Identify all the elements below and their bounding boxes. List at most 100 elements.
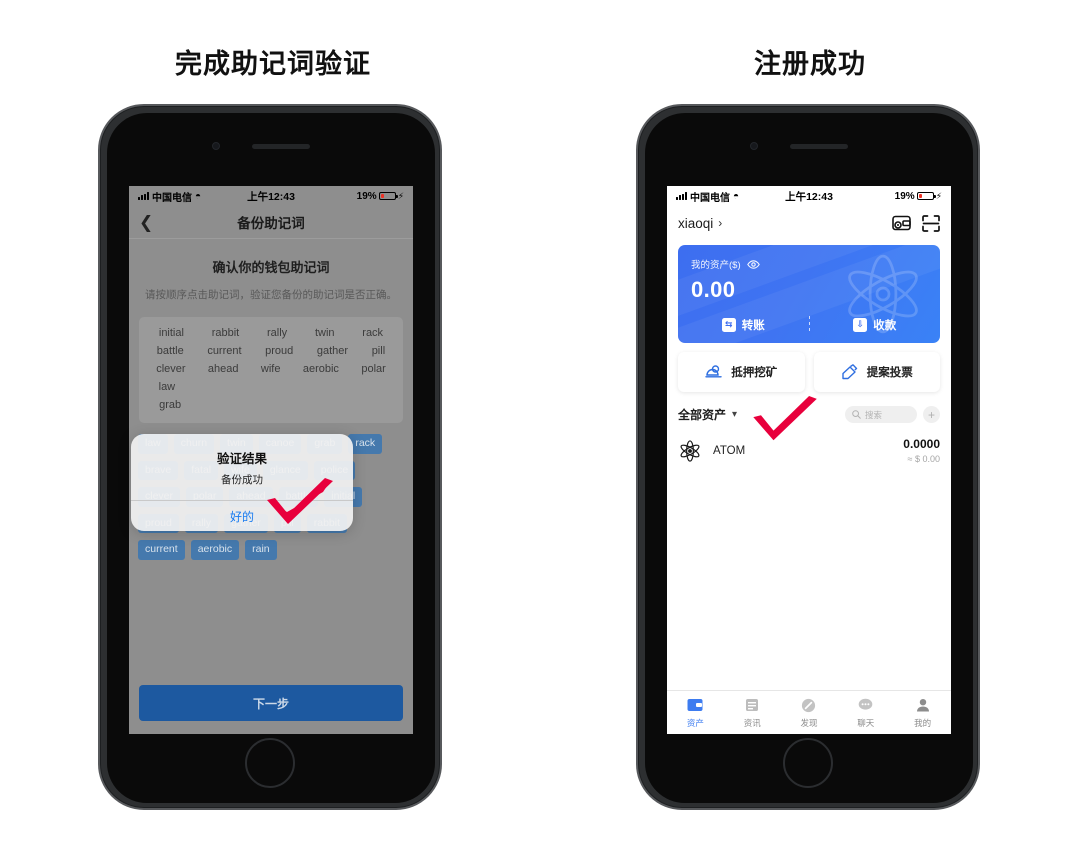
add-asset-button[interactable]: + bbox=[923, 406, 940, 423]
selected-word[interactable]: wife bbox=[261, 363, 281, 375]
tab-assets[interactable]: 资产 bbox=[667, 697, 724, 729]
search-placeholder: 搜索 bbox=[865, 409, 883, 420]
earpiece-speaker bbox=[252, 144, 310, 149]
status-right: 19% ⚡ bbox=[833, 191, 942, 202]
tab-label: 发现 bbox=[800, 717, 818, 728]
news-icon bbox=[744, 697, 761, 714]
compass-icon bbox=[800, 697, 817, 714]
dialog-body: 验证结果 备份成功 bbox=[131, 434, 353, 500]
mnemonic-heading: 确认你的钱包助记词 bbox=[212, 260, 330, 275]
tab-discover[interactable]: 发现 bbox=[781, 697, 838, 729]
status-time: 上午12:43 bbox=[785, 190, 833, 203]
balance-card: 我的资产($) 0.00 ⇆ 转账 ⇩ 收款 bbox=[678, 245, 940, 343]
wallet-icon bbox=[687, 697, 704, 714]
search-input[interactable]: 搜索 bbox=[845, 406, 917, 423]
bottom-tab-bar: 资产 资讯 发现 聊天 我的 bbox=[667, 690, 951, 734]
selected-row: clever ahead wife aerobic polar bbox=[143, 360, 399, 378]
chevron-down-icon[interactable]: ▾ bbox=[732, 409, 737, 420]
caption-left: 完成助记词验证 bbox=[175, 49, 371, 79]
transfer-icon: ⇆ bbox=[721, 317, 736, 332]
carrier-name: 中国电信 bbox=[152, 192, 192, 204]
atom-icon bbox=[680, 439, 700, 462]
selected-word[interactable]: aerobic bbox=[303, 363, 339, 375]
status-right: 19% ⚡ bbox=[295, 191, 404, 202]
word-pool-row: current aerobic rain bbox=[138, 540, 404, 560]
home-button[interactable] bbox=[245, 738, 295, 788]
charging-bolt-icon: ⚡ bbox=[935, 190, 943, 201]
tab-news[interactable]: 资讯 bbox=[724, 697, 781, 729]
screenshot-stage: 完成助记词验证 注册成功 中国电信 ◓ 上午12:43 19% ⚡ ❮ 备份助记… bbox=[0, 0, 1080, 844]
tab-profile[interactable]: 我的 bbox=[894, 697, 951, 729]
selected-word[interactable]: battle bbox=[157, 345, 184, 357]
battery-percent: 19% bbox=[894, 190, 915, 202]
receive-icon: ⇩ bbox=[853, 317, 868, 332]
word-chip[interactable]: rain bbox=[245, 540, 277, 560]
chat-icon bbox=[857, 697, 874, 714]
quick-action-stake[interactable]: 抵押挖矿 bbox=[678, 352, 805, 392]
tab-label: 我的 bbox=[914, 717, 932, 728]
selected-word[interactable]: rally bbox=[267, 327, 287, 339]
selected-word[interactable]: rabbit bbox=[212, 327, 240, 339]
eye-icon[interactable] bbox=[746, 259, 760, 269]
status-left: 中国电信 ◓ bbox=[138, 189, 247, 204]
username-label[interactable]: xiaoqi bbox=[678, 216, 713, 231]
quick-action-vote[interactable]: 提案投票 bbox=[813, 352, 940, 392]
stake-icon bbox=[705, 365, 722, 378]
selected-word[interactable]: clever bbox=[156, 363, 185, 375]
card-actions: ⇆ 转账 ⇩ 收款 bbox=[678, 316, 940, 333]
quick-action-label: 提案投票 bbox=[866, 367, 913, 379]
mnemonic-subtitle: 请按顺序点击助记词，验证您备份的助记词是否正确。 bbox=[145, 289, 397, 301]
status-left: 中国电信 ◓ bbox=[676, 189, 785, 204]
nav-title: 备份助记词 bbox=[237, 216, 305, 231]
word-chip[interactable]: current bbox=[138, 540, 185, 560]
selected-word[interactable]: pill bbox=[372, 345, 385, 357]
selected-word[interactable]: grab bbox=[159, 399, 181, 411]
selected-word[interactable]: proud bbox=[265, 345, 293, 357]
battery-icon bbox=[916, 191, 936, 201]
receive-button[interactable]: ⇩ 收款 bbox=[810, 317, 941, 333]
chevron-right-icon[interactable]: › bbox=[718, 216, 722, 230]
quick-actions: 抵押挖矿 提案投票 bbox=[678, 352, 940, 392]
selected-word[interactable]: rack bbox=[362, 327, 383, 339]
right-app-screen: 中国电信 ◓ 上午12:43 19% ⚡ xiaoqi › 我的资产($) 0.… bbox=[667, 186, 951, 734]
charging-bolt-icon: ⚡ bbox=[397, 190, 405, 201]
wallet-icon[interactable] bbox=[892, 215, 911, 231]
phone-mockup-right: 中国电信 ◓ 上午12:43 19% ⚡ xiaoqi › 我的资产($) 0.… bbox=[636, 104, 980, 810]
nav-divider bbox=[129, 238, 413, 239]
selected-word[interactable]: ahead bbox=[208, 363, 239, 375]
earpiece-speaker bbox=[790, 144, 848, 149]
selected-row: law churn twin canoe grab bbox=[143, 378, 399, 396]
verification-result-dialog: 验证结果 备份成功 好的 bbox=[131, 434, 353, 531]
assets-filter-label[interactable]: 全部资产 bbox=[678, 406, 726, 423]
word-chip[interactable]: rack bbox=[348, 434, 383, 454]
status-time: 上午12:43 bbox=[247, 190, 295, 203]
selected-word[interactable]: twin bbox=[315, 327, 335, 339]
next-step-button[interactable]: 下一步 bbox=[139, 685, 403, 721]
tab-chat[interactable]: 聊天 bbox=[837, 697, 894, 729]
wifi-icon: ◓ bbox=[733, 190, 740, 202]
word-chip[interactable]: aerobic bbox=[190, 540, 240, 560]
wifi-icon: ◓ bbox=[195, 190, 202, 202]
selected-row: battle current proud gather pill bbox=[143, 342, 399, 360]
selected-word[interactable]: polar bbox=[361, 363, 385, 375]
selected-word[interactable]: gather bbox=[317, 345, 348, 357]
status-bar-right: 中国电信 ◓ 上午12:43 19% ⚡ bbox=[667, 186, 951, 206]
assets-header: 全部资产 ▾ 搜索 + bbox=[678, 406, 940, 423]
asset-symbol: ATOM bbox=[713, 444, 746, 457]
home-button[interactable] bbox=[783, 738, 833, 788]
scan-qr-icon[interactable] bbox=[922, 214, 940, 232]
dialog-confirm-button[interactable]: 好的 bbox=[131, 500, 353, 531]
battery-percent: 19% bbox=[356, 190, 377, 202]
asset-list-item[interactable]: ATOM 0.0000 ≈ $ 0.00 bbox=[678, 437, 940, 464]
phone-mockup-left: 中国电信 ◓ 上午12:43 19% ⚡ ❮ 备份助记词 确认你的钱包助记词 请… bbox=[98, 104, 442, 810]
selected-word[interactable]: law bbox=[159, 381, 176, 393]
selected-word[interactable]: current bbox=[207, 345, 241, 357]
signal-bars-icon bbox=[138, 192, 149, 200]
selected-words-box[interactable]: initial rabbit rally twin rack battle cu… bbox=[139, 317, 403, 423]
caption-right: 注册成功 bbox=[754, 49, 866, 79]
transfer-button[interactable]: ⇆ 转账 bbox=[678, 317, 809, 333]
balance-label-row: 我的资产($) bbox=[691, 257, 927, 271]
selected-word[interactable]: initial bbox=[159, 327, 184, 339]
dialog-message: 备份成功 bbox=[221, 474, 263, 486]
asset-amount: 0.0000 bbox=[903, 437, 940, 451]
